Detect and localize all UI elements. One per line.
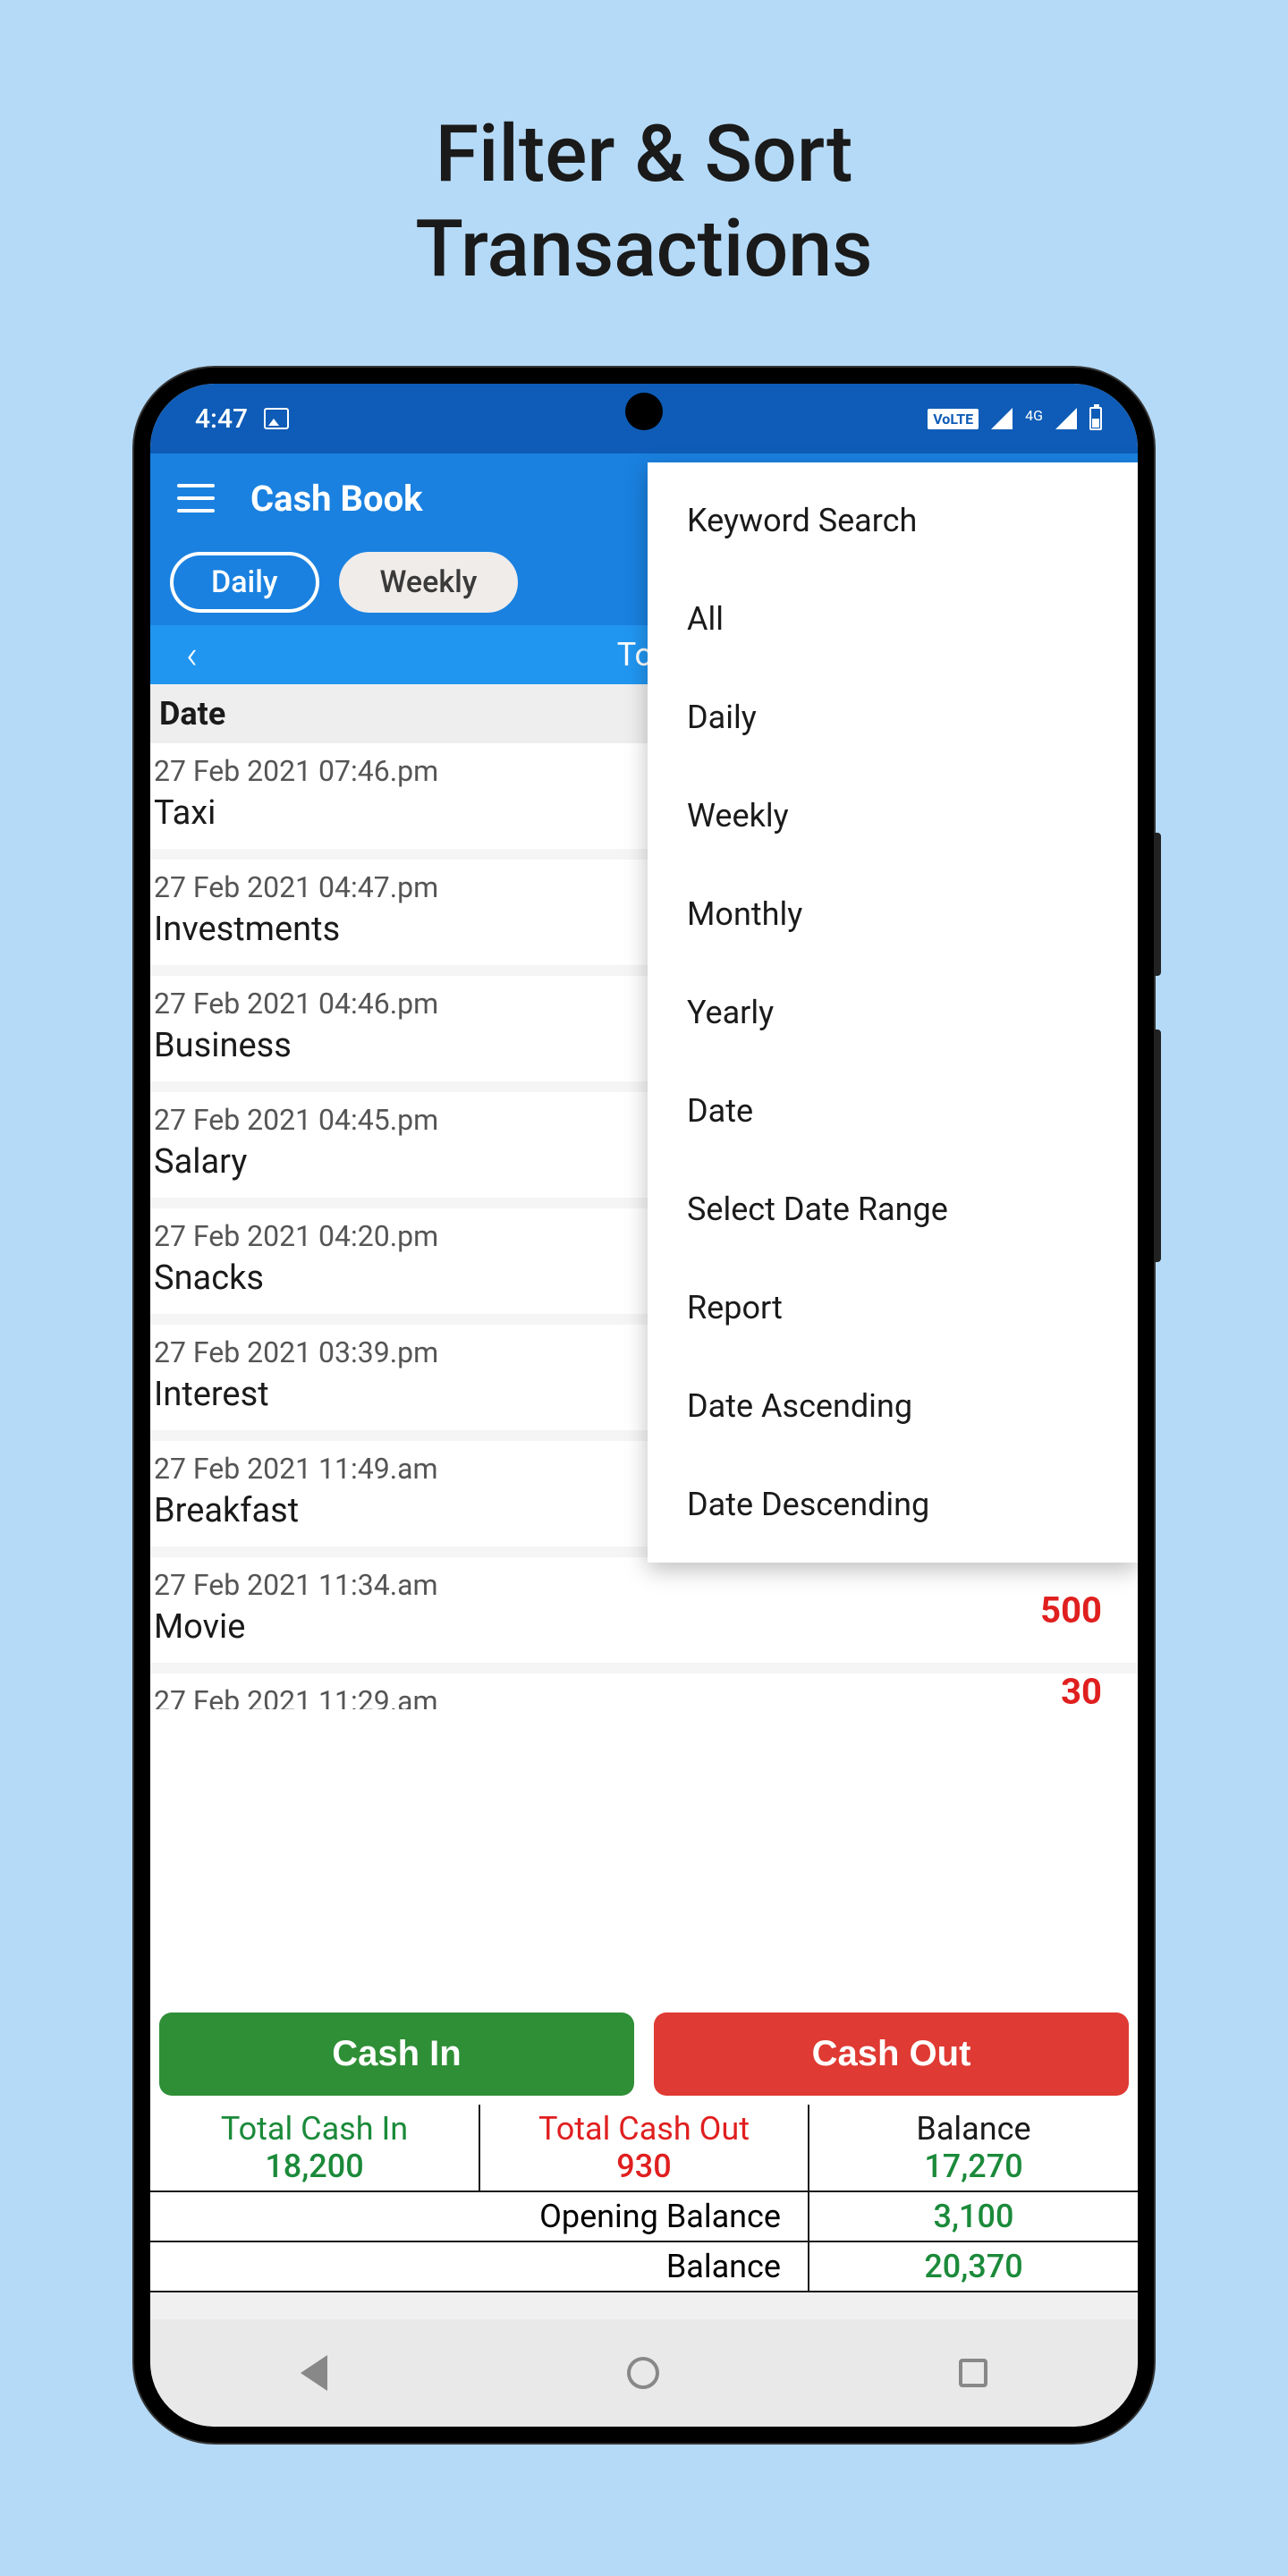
phone-frame: 4:47 VoLTE 4G Cash Book (134, 368, 1154, 2443)
chevron-left-icon[interactable]: ‹ (186, 631, 198, 678)
menu-item-monthly[interactable]: Monthly (648, 865, 1138, 963)
opening-balance-value: 3,100 (809, 2191, 1138, 2241)
final-balance-value: 20,370 (809, 2241, 1138, 2292)
volte-badge: VoLTE (928, 409, 979, 429)
menu-item-date-ascending[interactable]: Date Ascending (648, 1357, 1138, 1455)
total-cash-in-label: Total Cash In (157, 2110, 471, 2148)
network-4g-icon: 4G (1025, 407, 1043, 424)
total-cash-out-value: 930 (487, 2148, 801, 2185)
filter-sort-menu: Keyword Search All Daily Weekly Monthly … (648, 462, 1138, 1563)
menu-item-all[interactable]: All (648, 570, 1138, 668)
nav-recent-icon[interactable] (959, 2359, 987, 2387)
action-buttons: Cash In Cash Out (150, 2005, 1138, 2105)
transaction-row[interactable]: 27 Feb 2021 11:34.am Movie 500 (150, 1557, 1138, 1663)
transaction-date: 27 Feb 2021 11:34.am (154, 1568, 1131, 1602)
cash-out-button[interactable]: Cash Out (654, 2012, 1129, 2096)
android-nav-bar (150, 2319, 1138, 2427)
menu-item-weekly[interactable]: Weekly (648, 767, 1138, 865)
cash-in-button[interactable]: Cash In (159, 2012, 634, 2096)
menu-item-select-date-range[interactable]: Select Date Range (648, 1160, 1138, 1258)
tab-weekly[interactable]: Weekly (339, 552, 519, 613)
total-cash-out-label: Total Cash Out (487, 2110, 801, 2148)
transaction-title: Movie (154, 1607, 1131, 1647)
transaction-row[interactable]: 27 Feb 2021 11:29.am 30 (150, 1674, 1138, 1709)
phone-side-button (1154, 833, 1161, 976)
menu-item-date-descending[interactable]: Date Descending (648, 1455, 1138, 1554)
transaction-amount: 500 (1040, 1589, 1102, 1631)
menu-item-yearly[interactable]: Yearly (648, 963, 1138, 1062)
balance-label: Balance (817, 2110, 1131, 2148)
picture-icon (264, 408, 289, 429)
signal-icon (1055, 408, 1077, 429)
summary-table: Total Cash In 18,200 Total Cash Out 930 … (150, 2105, 1138, 2292)
tab-daily[interactable]: Daily (170, 552, 319, 613)
phone-side-button (1154, 1030, 1161, 1262)
nav-back-icon[interactable] (301, 2355, 327, 2391)
spacer (150, 2292, 1138, 2319)
signal-icon (991, 408, 1013, 429)
transaction-amount: 30 (1061, 1674, 1102, 1709)
nav-home-icon[interactable] (627, 2357, 659, 2389)
camera-notch (625, 393, 663, 430)
phone-screen: 4:47 VoLTE 4G Cash Book (150, 384, 1138, 2427)
menu-item-report[interactable]: Report (648, 1258, 1138, 1357)
marketing-line-2: Transactions (415, 202, 872, 297)
hamburger-menu-icon[interactable] (177, 484, 215, 513)
marketing-title: Filter & Sort Transactions (415, 107, 872, 296)
battery-icon (1089, 407, 1102, 430)
app-title: Cash Book (250, 478, 423, 520)
menu-item-keyword-search[interactable]: Keyword Search (648, 471, 1138, 570)
transaction-date: 27 Feb 2021 11:29.am (154, 1684, 1131, 1709)
menu-item-date[interactable]: Date (648, 1062, 1138, 1160)
marketing-line-1: Filter & Sort (415, 107, 872, 202)
opening-balance-label: Opening Balance (150, 2191, 809, 2241)
final-balance-label: Balance (150, 2241, 809, 2292)
menu-item-daily[interactable]: Daily (648, 668, 1138, 767)
status-time: 4:47 (195, 403, 248, 435)
total-cash-in-value: 18,200 (157, 2148, 471, 2185)
balance-value: 17,270 (817, 2148, 1131, 2185)
